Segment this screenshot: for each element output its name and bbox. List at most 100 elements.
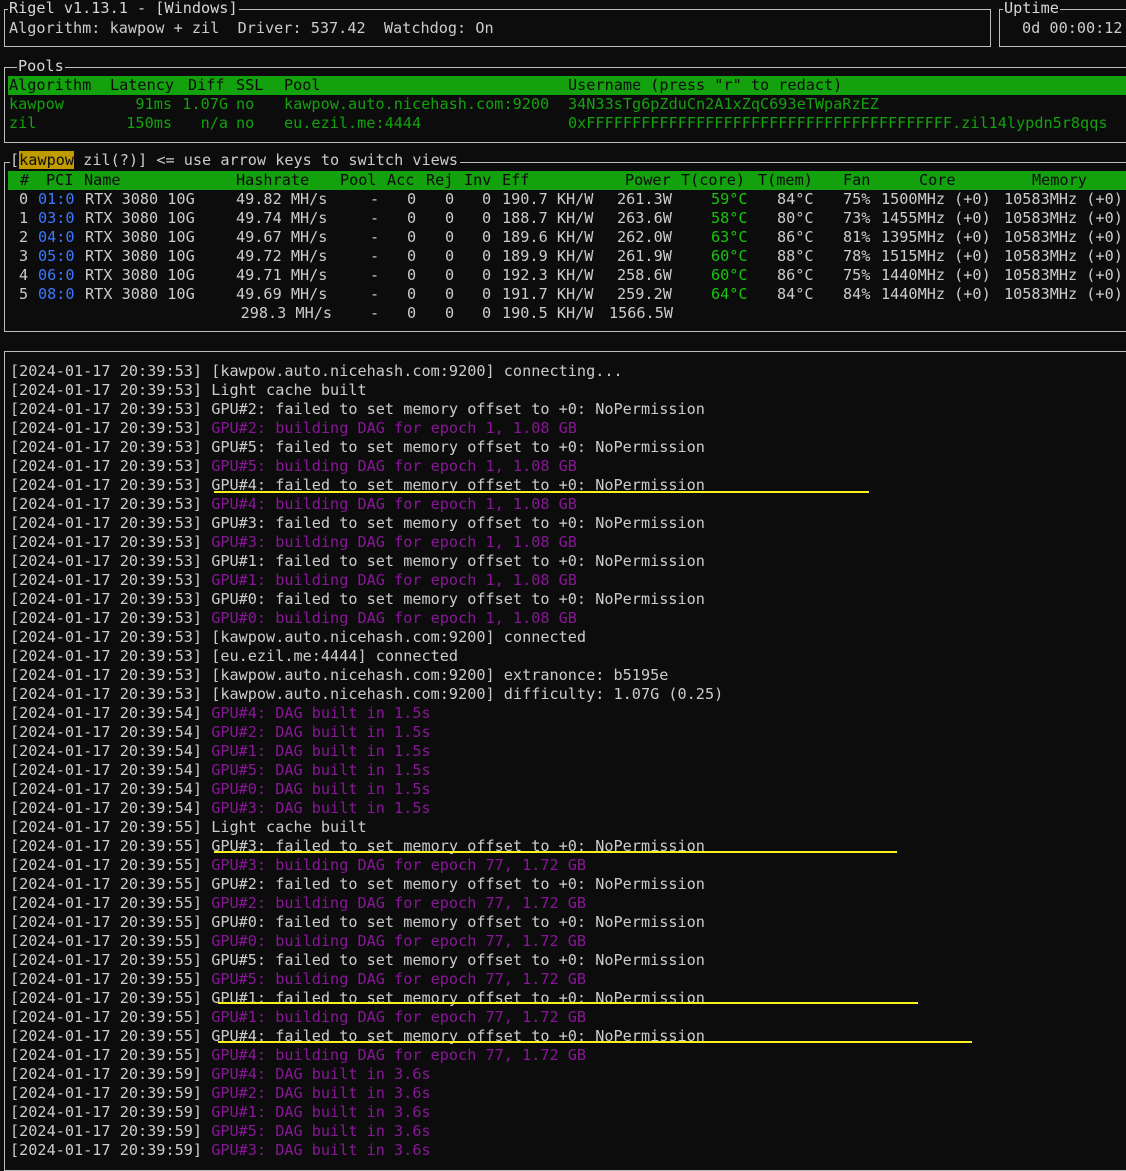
gpu-eff: 188.7 KH/W <box>502 209 594 227</box>
tab-kawpow[interactable]: kawpow <box>19 151 75 169</box>
gpu-pci: 05:0 <box>38 247 75 265</box>
log-line: [2024-01-17 20:39:53] GPU#0: failed to s… <box>10 590 723 609</box>
pool-ssl: no <box>236 95 255 113</box>
log-timestamp: [2024-01-17 20:39:53] <box>10 419 203 437</box>
pools-col-diff: Diff <box>188 76 225 94</box>
header-info: Algorithm: kawpow + zil Driver: 537.42 W… <box>9 19 494 37</box>
log-message: GPU#5: DAG built in 1.5s <box>211 761 431 779</box>
gpu-pci: 03:0 <box>38 209 75 227</box>
log-message: GPU#1: failed to set memory offset to +0… <box>211 552 705 570</box>
gpu-tmem: 88°C <box>777 247 814 265</box>
pool-diff: 1.07G <box>182 95 228 113</box>
log-line: [2024-01-17 20:39:53] GPU#4: building DA… <box>10 495 723 514</box>
log-message: GPU#5: failed to set memory offset to +0… <box>211 438 705 456</box>
gpu-tcore: 58°C <box>711 209 748 227</box>
gpu-inv: 0 <box>482 285 492 303</box>
gpu-col-pci: PCI <box>46 171 74 189</box>
gpu-col-fan: Fan <box>843 171 871 189</box>
log-line: [2024-01-17 20:39:55] GPU#5: building DA… <box>10 970 723 989</box>
log-timestamp: [2024-01-17 20:39:53] <box>10 533 203 551</box>
log-line: [2024-01-17 20:39:53] GPU#0: building DA… <box>10 609 723 628</box>
log-message: [kawpow.auto.nicehash.com:9200] difficul… <box>211 685 724 703</box>
gpu-col-rej: Rej <box>426 171 454 189</box>
gpu-fan: 75% <box>843 190 871 208</box>
log-message: GPU#4: building DAG for epoch 1, 1.08 GB <box>211 495 577 513</box>
gpu-hashrate: 49.71 MH/s <box>236 266 328 284</box>
log-message: GPU#0: building DAG for epoch 1, 1.08 GB <box>211 609 577 627</box>
log-line: [2024-01-17 20:39:53] GPU#3: failed to s… <box>10 514 723 533</box>
log-timestamp: [2024-01-17 20:39:55] <box>10 989 203 1007</box>
log-line: [2024-01-17 20:39:53] [kawpow.auto.niceh… <box>10 362 723 381</box>
gpu-id: 3 <box>19 247 29 265</box>
gpu-hashrate: 49.72 MH/s <box>236 247 328 265</box>
gpu-memory: 10583MHz (+0) <box>1004 266 1123 284</box>
highlight-underline <box>214 491 869 493</box>
log-timestamp: [2024-01-17 20:39:55] <box>10 1008 203 1026</box>
log-timestamp: [2024-01-17 20:39:55] <box>10 856 203 874</box>
app-title: Rigel v1.13.1 - [Windows] <box>8 0 239 18</box>
gpu-hashrate: 49.82 MH/s <box>236 190 328 208</box>
gpu-id: 1 <box>19 209 29 227</box>
log-line: [2024-01-17 20:39:54] GPU#1: DAG built i… <box>10 742 723 761</box>
log-line: [2024-01-17 20:39:54] GPU#5: DAG built i… <box>10 761 723 780</box>
log-line: [2024-01-17 20:39:59] GPU#1: DAG built i… <box>10 1103 723 1122</box>
log-timestamp: [2024-01-17 20:39:59] <box>10 1141 203 1159</box>
tab-open-bracket: [ <box>10 151 20 169</box>
gpu-pci: 06:0 <box>38 266 75 284</box>
gpu-name: RTX 3080 10G <box>85 209 195 227</box>
log-message: [kawpow.auto.nicehash.com:9200] connecti… <box>211 362 623 380</box>
log-line: [2024-01-17 20:39:55] GPU#4: failed to s… <box>10 1027 723 1046</box>
highlight-underline <box>214 851 897 853</box>
tab-zil[interactable]: zil(?)] <box>74 151 147 169</box>
gpu-power: 261.9W <box>617 247 672 265</box>
total-eff: 190.5 KH/W <box>502 304 594 322</box>
gpu-inv: 0 <box>482 190 492 208</box>
log-message: GPU#0: failed to set memory offset to +0… <box>211 590 705 608</box>
log-timestamp: [2024-01-17 20:39:53] <box>10 628 203 646</box>
gpu-power: 258.6W <box>617 266 672 284</box>
gpu-tcore: 60°C <box>711 266 748 284</box>
gpu-pool: - <box>370 228 380 246</box>
gpu-core: 1455MHz (+0) <box>881 209 991 227</box>
gpu-pool: - <box>370 285 380 303</box>
log-timestamp: [2024-01-17 20:39:53] <box>10 647 203 665</box>
log-timestamp: [2024-01-17 20:39:54] <box>10 704 203 722</box>
log-timestamp: [2024-01-17 20:39:59] <box>10 1084 203 1102</box>
log-line: [2024-01-17 20:39:55] GPU#1: failed to s… <box>10 989 723 1008</box>
log-line: [2024-01-17 20:39:53] [kawpow.auto.niceh… <box>10 628 723 647</box>
gpu-power: 259.2W <box>617 285 672 303</box>
gpu-col-core: Core <box>919 171 956 189</box>
gpu-tmem: 80°C <box>777 209 814 227</box>
gpu-col-hashrate: Hashrate <box>236 171 310 189</box>
uptime-value: 0d 00:00:12 <box>1022 19 1123 37</box>
log-message: [kawpow.auto.nicehash.com:9200] connecte… <box>211 628 587 646</box>
pool-username: 34N33sTg6pZduCn2A1xZqC693eTWpaRzEZ <box>568 95 879 113</box>
log-message: GPU#5: failed to set memory offset to +0… <box>211 951 705 969</box>
log-timestamp: [2024-01-17 20:39:53] <box>10 514 203 532</box>
header-box: Rigel v1.13.1 - [Windows] Algorithm: kaw… <box>4 0 991 47</box>
log-line: [2024-01-17 20:39:55] GPU#0: failed to s… <box>10 913 723 932</box>
log-timestamp: [2024-01-17 20:39:55] <box>10 951 203 969</box>
gpu-eff: 191.7 KH/W <box>502 285 594 303</box>
log-message: GPU#4: building DAG for epoch 77, 1.72 G… <box>211 1046 587 1064</box>
gpu-memory: 10583MHz (+0) <box>1004 228 1123 246</box>
gpu-pci: 08:0 <box>38 285 75 303</box>
gpu-name: RTX 3080 10G <box>85 266 195 284</box>
gpu-tcore: 60°C <box>711 247 748 265</box>
log-line: [2024-01-17 20:39:53] Light cache built <box>10 381 723 400</box>
log-line: [2024-01-17 20:39:59] GPU#4: DAG built i… <box>10 1065 723 1084</box>
log-message: GPU#3: DAG built in 1.5s <box>211 799 431 817</box>
total-pool: - <box>370 304 380 322</box>
log-message: GPU#2: building DAG for epoch 1, 1.08 GB <box>211 419 577 437</box>
log-message: GPU#4: DAG built in 3.6s <box>211 1065 431 1083</box>
total-inv: 0 <box>482 304 492 322</box>
log-line: [2024-01-17 20:39:55] GPU#3: failed to s… <box>10 837 723 856</box>
log-timestamp: [2024-01-17 20:39:54] <box>10 799 203 817</box>
log-message: GPU#2: failed to set memory offset to +0… <box>211 400 705 418</box>
log-timestamp: [2024-01-17 20:39:54] <box>10 761 203 779</box>
log-timestamp: [2024-01-17 20:39:59] <box>10 1122 203 1140</box>
gpu-memory: 10583MHz (+0) <box>1004 247 1123 265</box>
gpu-col-tcore: T(core) <box>681 171 746 189</box>
log-line: [2024-01-17 20:39:53] GPU#3: building DA… <box>10 533 723 552</box>
log-timestamp: [2024-01-17 20:39:54] <box>10 742 203 760</box>
